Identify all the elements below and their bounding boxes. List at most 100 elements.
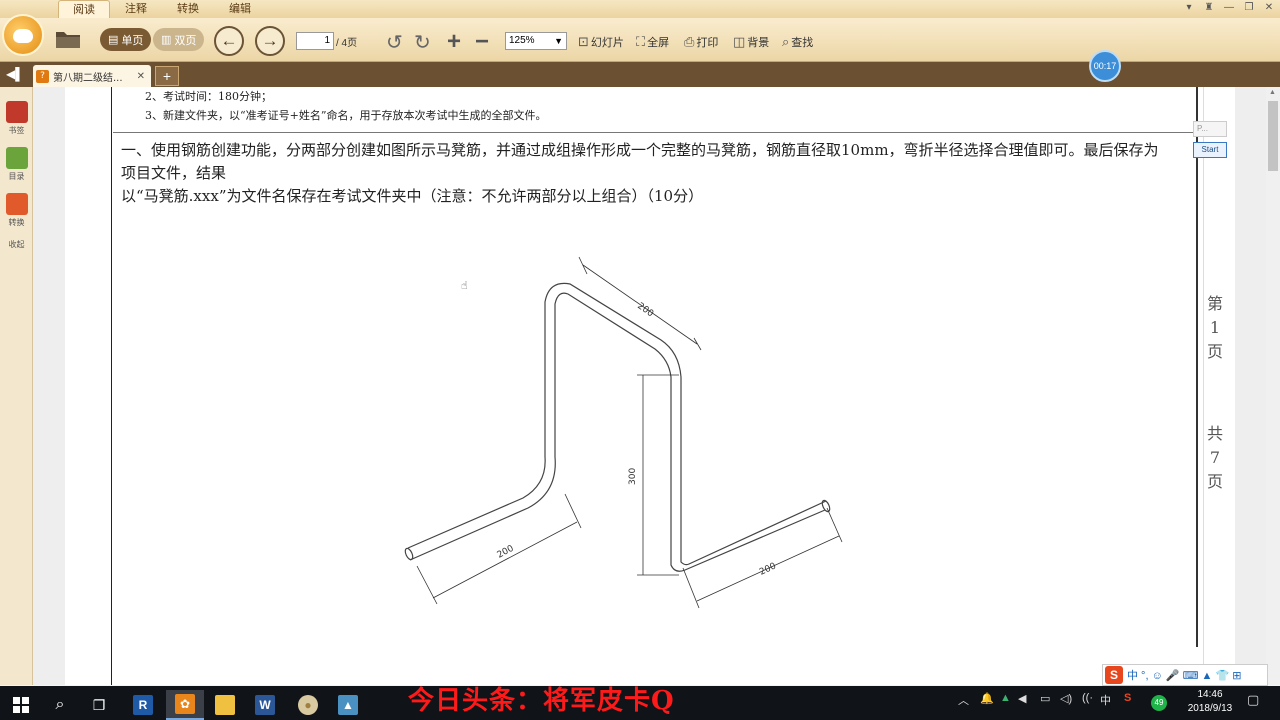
prev-page-button[interactable]: ← <box>214 26 244 56</box>
ime-controls[interactable]: 中 °, ☺ 🎤 ⌨ ▲ 👕 ⊞ <box>1127 667 1241 683</box>
print-button[interactable]: ⎙ 打印 <box>684 34 718 50</box>
task-view-icon: ❐ <box>92 696 106 713</box>
sidebar-item-collapse[interactable]: 收起 <box>4 239 29 250</box>
dim-label-left: 200 <box>496 544 516 561</box>
total-indicator-num: 7 <box>1209 448 1221 467</box>
page-frame-right <box>1196 87 1198 647</box>
single-page-icon: ▤ <box>108 34 119 46</box>
search-icon: ⌕ <box>782 34 790 50</box>
system-clock[interactable]: 14:46 2018/9/13 <box>1180 688 1240 716</box>
volume-muted-icon[interactable]: ◀ <box>1018 692 1026 705</box>
taskbar-app-5[interactable]: ● <box>289 690 327 720</box>
close-button[interactable]: ✕ <box>1260 1 1278 15</box>
word-icon: W <box>255 695 275 715</box>
sogou-ime-icon[interactable]: S <box>1105 666 1123 684</box>
background-button[interactable]: ◫ 背景 <box>733 34 769 50</box>
dim-label-right: 200 <box>758 561 778 577</box>
toolbar: ▤ 单页 ▥ 双页 ← → 1 / 4页 ↺ ↻ + − 125% ▼ ⊡ 幻灯… <box>0 14 1280 62</box>
vertical-scrollbar[interactable]: ▲ <box>1266 87 1280 685</box>
action-center-icon[interactable]: ▢ <box>1247 692 1259 708</box>
search-icon: ⌕ <box>55 696 65 713</box>
reader-icon: ✿ <box>175 694 195 714</box>
rotate-left-icon[interactable]: ↺ <box>386 30 403 55</box>
add-tab-button[interactable]: + <box>155 66 179 86</box>
background-icon: ◫ <box>733 34 746 50</box>
speaker-icon[interactable]: ◁) <box>1060 692 1072 705</box>
restore-button[interactable]: ❐ <box>1240 1 1258 15</box>
revit-icon: R <box>133 695 153 715</box>
menu-tab-read[interactable]: 阅读 <box>58 0 110 18</box>
left-sidebar: 书签 目录 转换 收起 <box>0 87 33 685</box>
recording-timer[interactable]: 00:17 <box>1089 50 1121 82</box>
taskbar-app-word[interactable]: W <box>246 690 284 720</box>
scroll-thumb[interactable] <box>1268 101 1278 171</box>
document-canvas: 2、考试时间：180分钟； 3、新建文件夹，以“准考证号+姓名”命名，用于存放本… <box>33 87 1266 685</box>
app-tray-icon[interactable]: ▲ <box>1000 692 1011 704</box>
document-tab[interactable]: ? 第八期二级结... ✕ <box>33 65 151 87</box>
sogou-tray-icon[interactable]: S <box>1124 692 1131 704</box>
minimize-button[interactable]: — <box>1220 1 1238 15</box>
taskbar-app-revit[interactable]: R <box>124 690 162 720</box>
convert-icon <box>5 193 28 215</box>
zoom-select[interactable]: 125% ▼ <box>505 32 567 50</box>
slideshow-label: 幻灯片 <box>590 36 624 49</box>
taskbar-app-explorer[interactable] <box>206 690 244 720</box>
double-page-icon: ▥ <box>161 34 172 46</box>
windows-logo-icon <box>13 697 29 713</box>
sidebar-item-bookmarks[interactable]: 书签 <box>4 101 29 136</box>
print-label: 打印 <box>696 36 719 49</box>
tab-row: ◀▌ ? 第八期二级结... ✕ + <box>0 62 1280 87</box>
app-logo-icon[interactable] <box>2 14 44 56</box>
sidebar-item-label: 收起 <box>8 240 25 249</box>
sidebar-item-convert[interactable]: 转换 <box>4 193 29 228</box>
wifi-icon[interactable]: ((· <box>1082 692 1093 704</box>
slideshow-button[interactable]: ⊡ 幻灯片 <box>578 34 624 50</box>
menu-tab-edit[interactable]: 编辑 <box>214 0 266 18</box>
hand-cursor-icon: ☝ <box>461 280 468 292</box>
single-page-label: 单页 <box>121 34 144 47</box>
zoom-out-icon[interactable]: − <box>475 28 489 56</box>
single-page-button[interactable]: ▤ 单页 <box>100 28 152 51</box>
tray-chevron-icon[interactable]: ︿ <box>958 692 969 708</box>
exam-rule-2: 2、考试时间：180分钟； <box>145 90 272 103</box>
recorder-mini-panel[interactable]: P... <box>1193 121 1227 137</box>
input-language[interactable]: 中 <box>1100 692 1111 708</box>
start-menu-button[interactable] <box>2 690 40 720</box>
taskbar-app-6[interactable]: ▲ <box>329 690 367 720</box>
sidebar-item-label: 目录 <box>8 172 25 181</box>
double-page-label: 双页 <box>174 34 197 47</box>
pdf-file-icon: ? <box>36 69 49 83</box>
battery-icon[interactable]: ▭ <box>1040 692 1050 705</box>
skin-icon[interactable]: ♜ <box>1200 1 1218 15</box>
sidebar-item-label: 书签 <box>8 126 25 135</box>
next-page-button[interactable]: → <box>255 26 285 56</box>
fullscreen-button[interactable]: ⛶ 全屏 <box>636 34 669 50</box>
dropdown-icon[interactable]: ▾ <box>1180 1 1198 15</box>
sidebar-item-toc[interactable]: 目录 <box>4 147 29 182</box>
double-page-button[interactable]: ▥ 双页 <box>153 28 205 51</box>
ime-toolbar[interactable]: S 中 °, ☺ 🎤 ⌨ ▲ 👕 ⊞ <box>1102 664 1268 686</box>
question-line-1: 一、使用钢筋创建功能，分两部分创建如图所示马凳筋，并通过成组操作形成一个完整的马… <box>121 141 1159 182</box>
notification-badge[interactable]: 49 <box>1151 695 1167 711</box>
notification-bell-icon[interactable]: 🔔 <box>980 692 994 705</box>
page-indicator-char: 第 <box>1206 294 1223 313</box>
divider <box>113 132 1198 133</box>
zoom-in-icon[interactable]: + <box>447 28 461 56</box>
question-text: 一、使用钢筋创建功能，分两部分创建如图所示马凳筋，并通过成组操作形成一个完整的马… <box>121 139 1171 208</box>
open-folder-icon[interactable] <box>54 26 82 50</box>
slideshow-icon: ⊡ <box>578 34 589 50</box>
search-button[interactable]: ⌕ 查找 <box>782 34 813 50</box>
taskbar-app-reader[interactable]: ✿ <box>166 690 204 720</box>
scroll-up-icon[interactable]: ▲ <box>1269 89 1276 96</box>
search-taskbar-button[interactable]: ⌕ <box>41 690 79 720</box>
start-button[interactable]: Start <box>1193 142 1227 158</box>
close-tab-icon[interactable]: ✕ <box>137 71 145 82</box>
task-view-button[interactable]: ❐ <box>80 690 118 720</box>
page-indicator: 第 1 页 <box>1206 292 1224 364</box>
rotate-right-icon[interactable]: ↻ <box>414 30 431 55</box>
page-number-input[interactable]: 1 <box>296 32 334 50</box>
app-icon: ● <box>298 695 318 715</box>
menu-tab-annotate[interactable]: 注释 <box>110 0 162 18</box>
sidebar-toggle-icon[interactable]: ◀▌ <box>6 67 24 81</box>
menu-tab-convert[interactable]: 转换 <box>162 0 214 18</box>
